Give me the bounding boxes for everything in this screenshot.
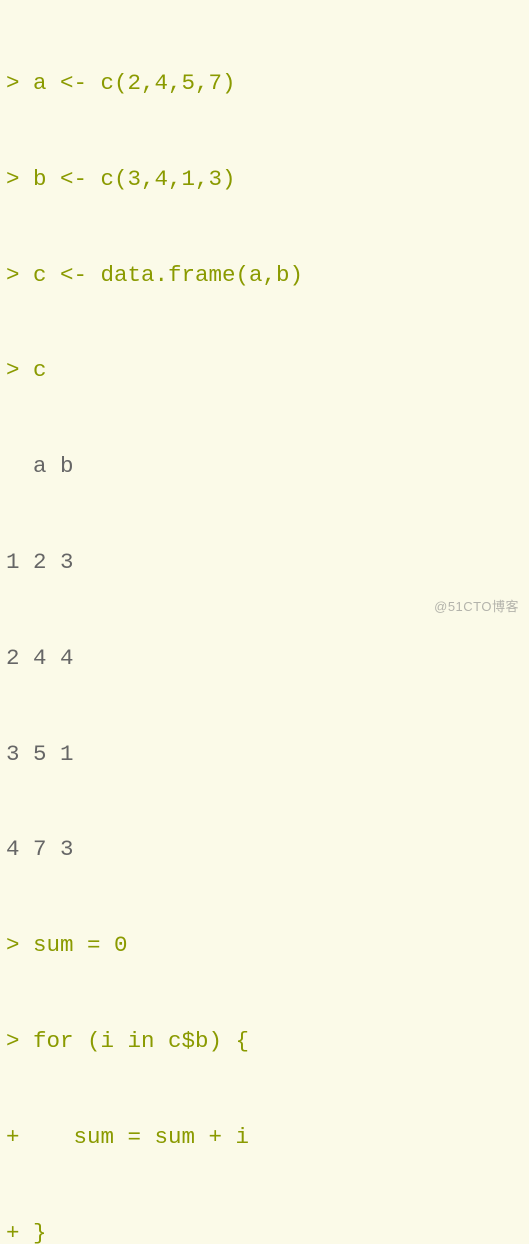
console-input-text: c <- data.frame(a,b) [33, 262, 303, 288]
console-line: + sum = sum + i [6, 1122, 523, 1154]
prompt-icon: > [6, 262, 33, 288]
console-input-text: sum = sum + i [33, 1124, 249, 1150]
console-input-text: c [33, 357, 47, 383]
console-line: 1 2 3 [6, 547, 523, 579]
r-console[interactable]: > a <- c(2,4,5,7) > b <- c(3,4,1,3) > c … [0, 0, 529, 1244]
console-output-text: 1 2 3 [6, 549, 74, 575]
console-line: > a <- c(2,4,5,7) [6, 68, 523, 100]
console-line: + } [6, 1218, 523, 1244]
console-line: 3 5 1 [6, 739, 523, 771]
console-line: > sum = 0 [6, 930, 523, 962]
continuation-prompt-icon: + [6, 1220, 33, 1244]
console-line: a b [6, 451, 523, 483]
prompt-icon: > [6, 70, 33, 96]
prompt-icon: > [6, 932, 33, 958]
console-input-text: a <- c(2,4,5,7) [33, 70, 236, 96]
console-output-text: a b [6, 453, 74, 479]
console-input-text: for (i in c$b) { [33, 1028, 249, 1054]
prompt-icon: > [6, 1028, 33, 1054]
console-output-text: 2 4 4 [6, 645, 74, 671]
console-line: 4 7 3 [6, 834, 523, 866]
console-input-text: b <- c(3,4,1,3) [33, 166, 236, 192]
console-output-text: 3 5 1 [6, 741, 74, 767]
console-line: > c [6, 355, 523, 387]
console-line: 2 4 4 [6, 643, 523, 675]
console-output-text: 4 7 3 [6, 836, 74, 862]
console-input-text: } [33, 1220, 47, 1244]
prompt-icon: > [6, 166, 33, 192]
continuation-prompt-icon: + [6, 1124, 33, 1150]
console-line: > b <- c(3,4,1,3) [6, 164, 523, 196]
watermark-text: @51CTO博客 [434, 598, 519, 616]
console-input-text: sum = 0 [33, 932, 128, 958]
prompt-icon: > [6, 357, 33, 383]
console-line: > for (i in c$b) { [6, 1026, 523, 1058]
console-line: > c <- data.frame(a,b) [6, 260, 523, 292]
